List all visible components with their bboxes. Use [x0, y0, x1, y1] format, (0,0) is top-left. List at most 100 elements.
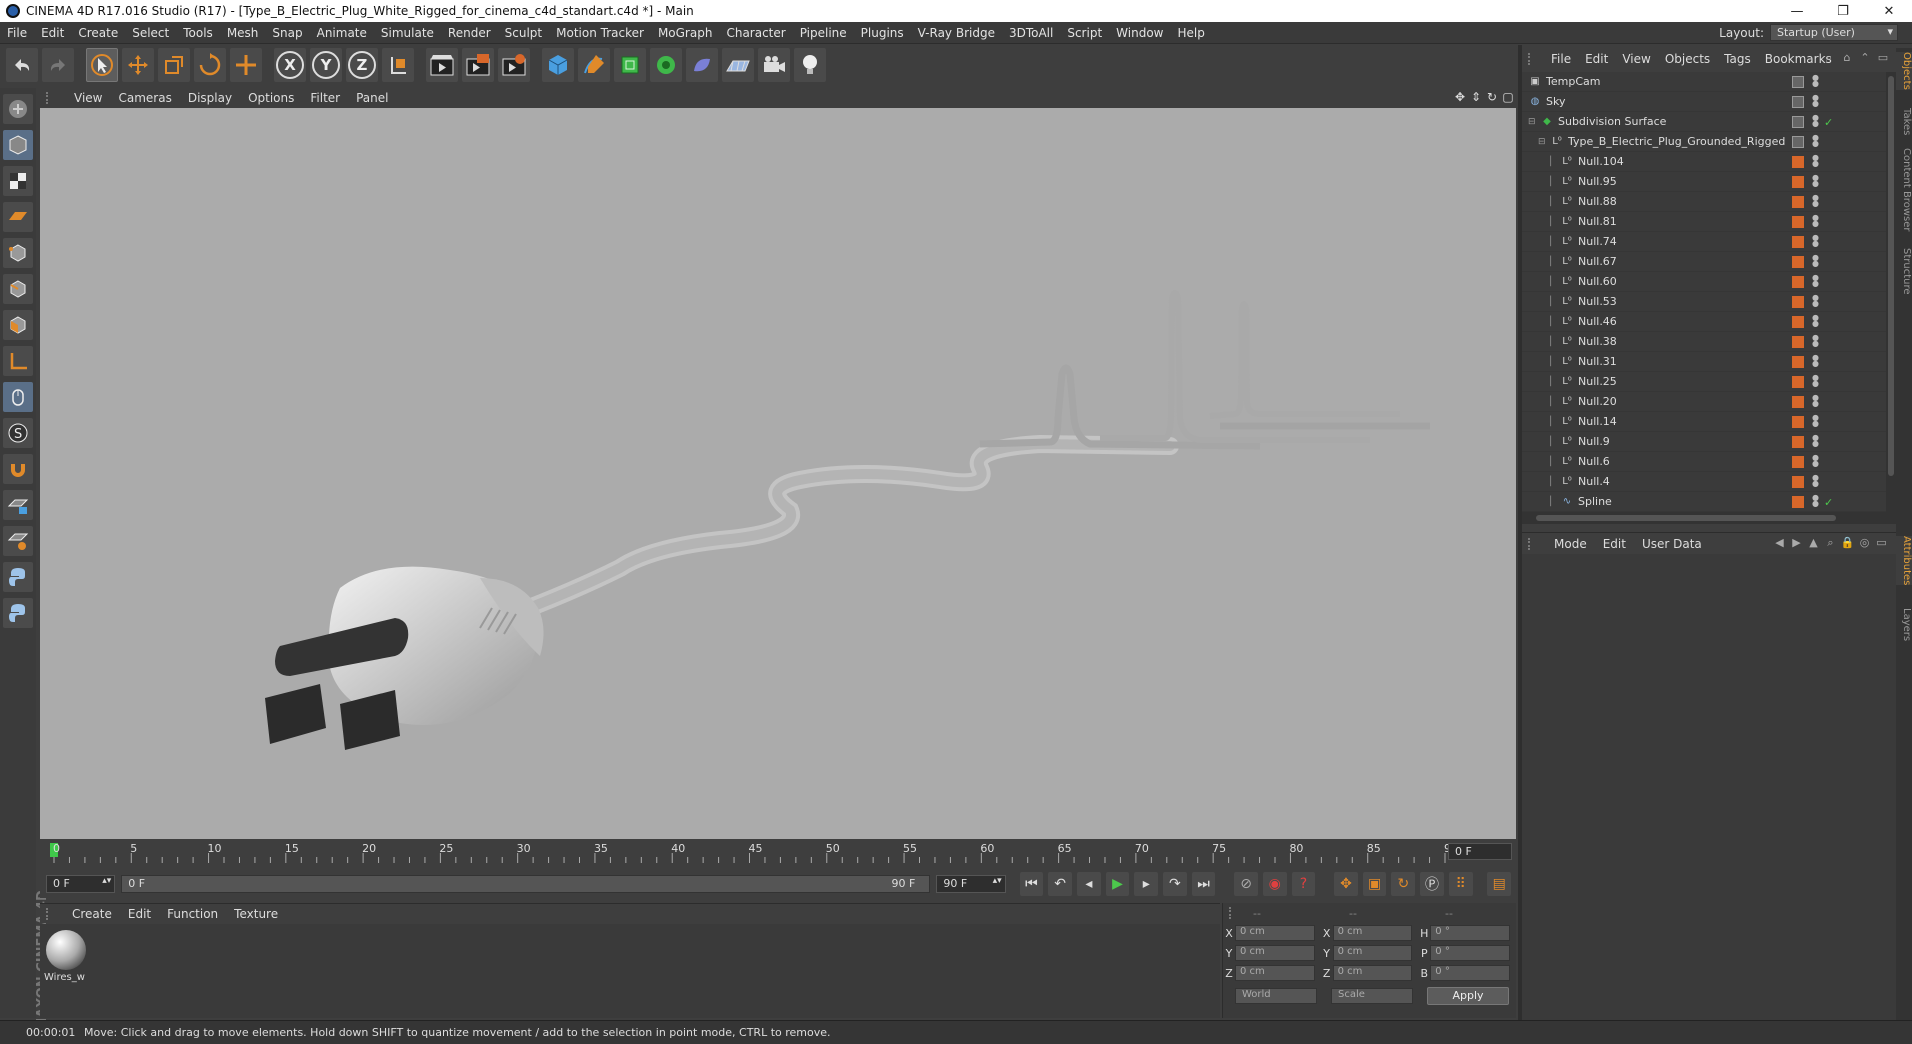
- visibility-dots-icon[interactable]: ● ●: [1812, 254, 1819, 269]
- coordinate-system-dropdown[interactable]: World: [1235, 988, 1317, 1004]
- object-row[interactable]: │ L⁰ Null.88 ● ●: [1522, 192, 1886, 212]
- menu-motion-tracker[interactable]: Motion Tracker: [549, 26, 651, 40]
- enabled-check-icon[interactable]: ✓: [1824, 496, 1833, 509]
- object-row[interactable]: │ L⁰ Null.74 ● ●: [1522, 232, 1886, 252]
- layer-color-swatch[interactable]: [1792, 276, 1804, 288]
- zoom-icon[interactable]: ⇕: [1468, 90, 1484, 106]
- object-name[interactable]: Subdivision Surface: [1558, 115, 1666, 128]
- timeline-button[interactable]: ▤: [1487, 872, 1512, 896]
- visibility-dots-icon[interactable]: ● ●: [1812, 334, 1819, 349]
- menu-pipeline[interactable]: Pipeline: [793, 26, 854, 40]
- menu-file[interactable]: File: [0, 26, 34, 40]
- viewport-menu-view[interactable]: View: [66, 91, 110, 105]
- lock-icon[interactable]: 🔒: [1839, 536, 1856, 550]
- object-name[interactable]: TempCam: [1546, 75, 1600, 88]
- pan-icon[interactable]: ✥: [1452, 90, 1468, 106]
- key-parameter-button[interactable]: Ⓟ: [1420, 872, 1444, 896]
- object-list-vscroll[interactable]: [1886, 72, 1896, 512]
- object-name[interactable]: Null.4: [1578, 475, 1610, 488]
- live-selection-button[interactable]: [230, 48, 262, 82]
- layer-color-swatch[interactable]: [1792, 236, 1804, 248]
- make-editable-button[interactable]: [3, 94, 33, 124]
- points-mode-button[interactable]: [3, 238, 33, 268]
- layer-color-swatch[interactable]: [1792, 176, 1804, 188]
- pos-x-field[interactable]: 0 cm: [1234, 925, 1315, 941]
- z-axis-button[interactable]: Z: [346, 48, 378, 82]
- enabled-check-icon[interactable]: ✓: [1824, 116, 1833, 129]
- object-name[interactable]: Null.38: [1578, 335, 1617, 348]
- layer-color-swatch[interactable]: [1792, 356, 1804, 368]
- rotate-tool-button[interactable]: [194, 48, 226, 82]
- layer-color-swatch[interactable]: [1792, 316, 1804, 328]
- redo-button[interactable]: [42, 48, 74, 82]
- light-button[interactable]: [794, 48, 826, 82]
- layer-icon[interactable]: [1792, 96, 1804, 108]
- viewport-grip[interactable]: [46, 92, 54, 104]
- render-view-button[interactable]: [426, 48, 458, 82]
- am-menu-user-data[interactable]: User Data: [1634, 537, 1710, 551]
- key-rotation-button[interactable]: ↻: [1391, 872, 1416, 896]
- layer-color-swatch[interactable]: [1792, 376, 1804, 388]
- coordinates-grip[interactable]: [1229, 907, 1239, 919]
- render-picture-viewer-button[interactable]: [462, 48, 494, 82]
- object-name[interactable]: Null.20: [1578, 395, 1617, 408]
- om-menu-tags[interactable]: Tags: [1717, 52, 1758, 66]
- rot-b-field[interactable]: 0 °: [1430, 965, 1511, 981]
- menu-3dtoall[interactable]: 3DToAll: [1002, 26, 1060, 40]
- tab-takes[interactable]: Takes: [1896, 108, 1912, 135]
- menu-character[interactable]: Character: [719, 26, 792, 40]
- visibility-dots-icon[interactable]: ● ●: [1812, 134, 1819, 149]
- om-menu-edit[interactable]: Edit: [1578, 52, 1615, 66]
- object-row[interactable]: │ ∿ Spline ● ● ✓: [1522, 492, 1886, 512]
- object-row[interactable]: │ L⁰ Null.31 ● ●: [1522, 352, 1886, 372]
- rot-h-field[interactable]: 0 °: [1430, 925, 1511, 941]
- object-row[interactable]: │ L⁰ Null.53 ● ●: [1522, 292, 1886, 312]
- layer-color-swatch[interactable]: [1792, 456, 1804, 468]
- expand-toggle-icon[interactable]: ⊟: [1538, 137, 1548, 147]
- object-row[interactable]: ⊟ ◆ Subdivision Surface ● ● ✓: [1522, 112, 1886, 132]
- visibility-dots-icon[interactable]: ● ●: [1812, 234, 1819, 249]
- object-name[interactable]: Null.60: [1578, 275, 1617, 288]
- object-row[interactable]: │ L⁰ Null.4 ● ●: [1522, 472, 1886, 492]
- menu-mesh[interactable]: Mesh: [220, 26, 266, 40]
- next-key-button[interactable]: ↷: [1163, 872, 1187, 896]
- menu-help[interactable]: Help: [1170, 26, 1211, 40]
- menu-render[interactable]: Render: [441, 26, 498, 40]
- visibility-dots-icon[interactable]: ● ●: [1812, 214, 1819, 229]
- new-window-icon[interactable]: ▭: [1874, 51, 1892, 65]
- select-tool-button[interactable]: [86, 48, 118, 82]
- visibility-dots-icon[interactable]: ● ●: [1812, 74, 1819, 89]
- pen-tool-button[interactable]: [578, 48, 610, 82]
- tab-content-browser[interactable]: Content Browser: [1896, 148, 1912, 231]
- object-name[interactable]: Null.53: [1578, 295, 1617, 308]
- key-position-button[interactable]: ✥: [1334, 872, 1358, 896]
- viewport-menu-options[interactable]: Options: [240, 91, 302, 105]
- timeline-ruler[interactable]: 051015202530354045505560657075808590 0 F: [40, 841, 1516, 863]
- visibility-dots-icon[interactable]: ● ●: [1812, 174, 1819, 189]
- menu-script[interactable]: Script: [1060, 26, 1109, 40]
- search-icon[interactable]: ⌕: [1822, 536, 1839, 550]
- cube-object-button[interactable]: [542, 48, 574, 82]
- python-script-button-1[interactable]: [3, 562, 33, 592]
- object-row[interactable]: │ L⁰ Null.67 ● ●: [1522, 252, 1886, 272]
- material-menu-create[interactable]: Create: [64, 907, 120, 921]
- menu-sculpt[interactable]: Sculpt: [498, 26, 549, 40]
- python-script-button-2[interactable]: [3, 598, 33, 628]
- viewport-menu-panel[interactable]: Panel: [348, 91, 396, 105]
- 3d-viewport[interactable]: [40, 108, 1516, 839]
- layer-color-swatch[interactable]: [1792, 436, 1804, 448]
- layout-dropdown[interactable]: Startup (User): [1770, 24, 1898, 41]
- object-row[interactable]: │ L⁰ Null.104 ● ●: [1522, 152, 1886, 172]
- search-icon[interactable]: ⌕: [1820, 51, 1838, 65]
- visibility-dots-icon[interactable]: ● ●: [1812, 454, 1819, 469]
- om-menu-view[interactable]: View: [1615, 52, 1657, 66]
- visibility-dots-icon[interactable]: ● ●: [1812, 354, 1819, 369]
- workplane-mode-button[interactable]: [3, 202, 33, 232]
- object-name[interactable]: Null.67: [1578, 255, 1617, 268]
- new-window-icon[interactable]: ▭: [1873, 536, 1890, 550]
- menu-snap[interactable]: Snap: [265, 26, 309, 40]
- up-icon[interactable]: ⌃: [1856, 51, 1874, 65]
- menu-vray-bridge[interactable]: V-Ray Bridge: [911, 26, 1002, 40]
- x-axis-button[interactable]: X: [274, 48, 306, 82]
- menu-tools[interactable]: Tools: [176, 26, 220, 40]
